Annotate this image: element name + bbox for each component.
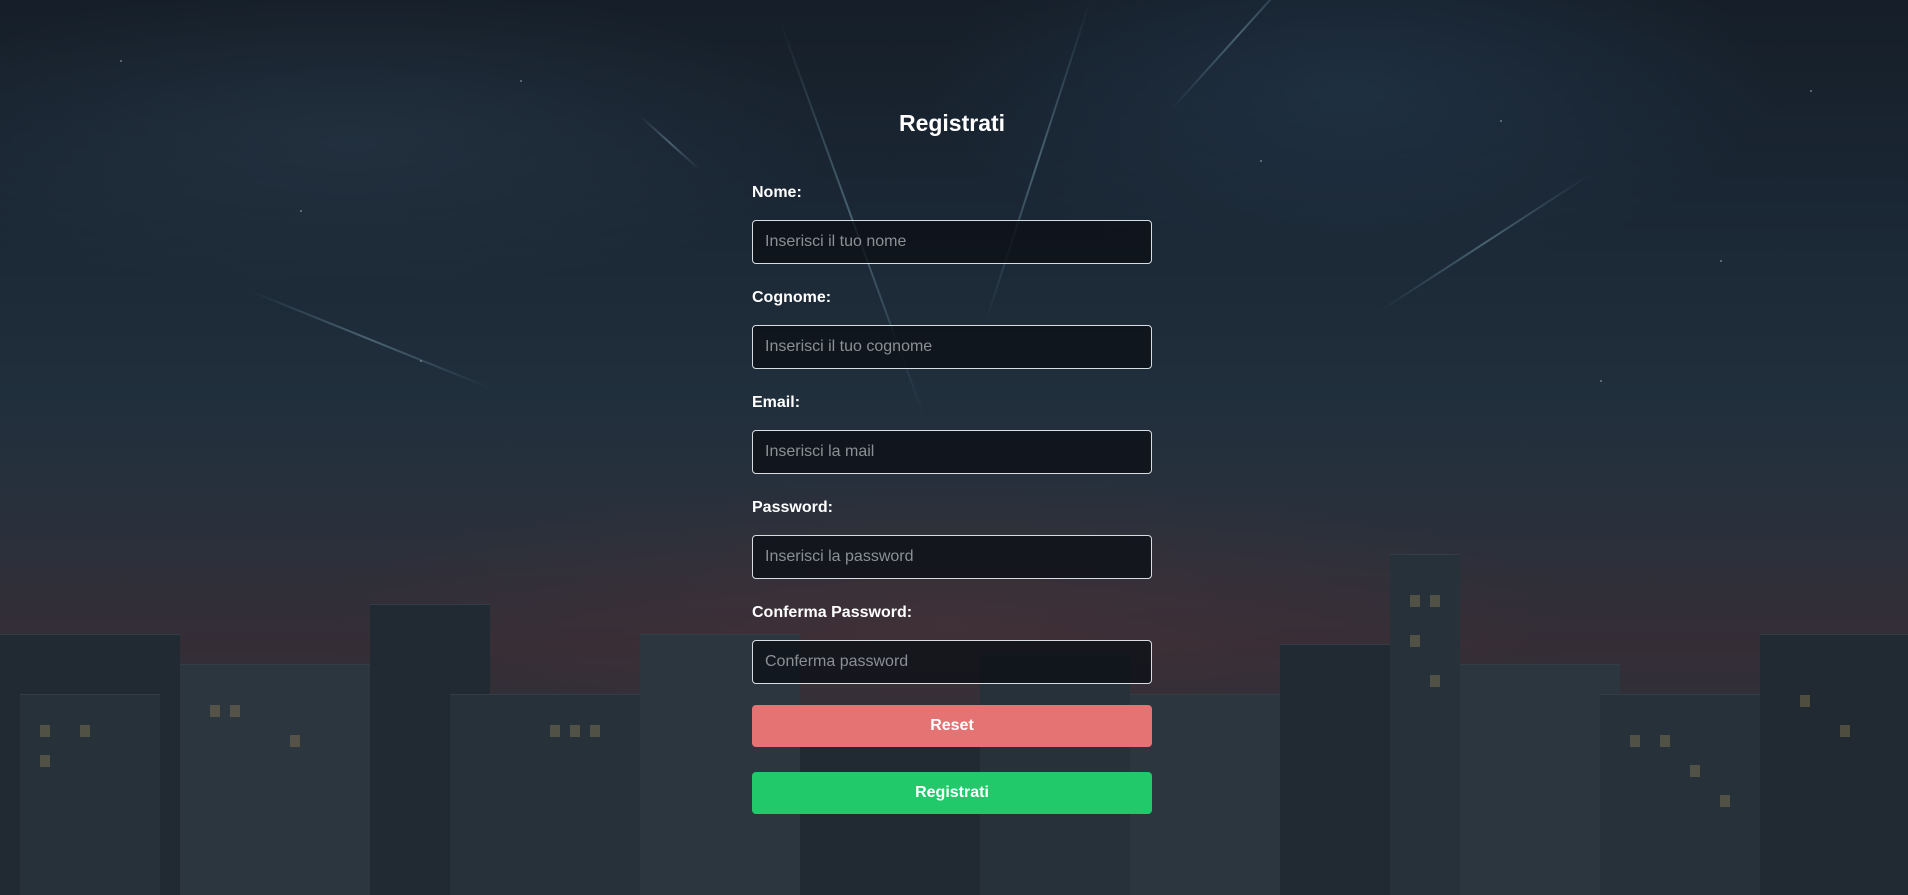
surname-input[interactable] <box>752 325 1152 369</box>
register-button[interactable]: Registrati <box>752 772 1152 814</box>
confirm-password-label: Conferma Password: <box>752 604 913 621</box>
confirm-password-input[interactable] <box>752 640 1152 684</box>
page-background: Registrati Nome: Cognome: Email: Passwor… <box>0 0 1908 895</box>
email-label: Email: <box>752 394 801 411</box>
reset-button[interactable]: Reset <box>752 705 1152 747</box>
surname-label: Cognome: <box>752 289 832 306</box>
email-input[interactable] <box>752 430 1152 474</box>
name-label: Nome: <box>752 184 802 201</box>
password-input[interactable] <box>752 535 1152 579</box>
password-label: Password: <box>752 499 833 516</box>
form-title: Registrati <box>898 110 1006 136</box>
name-input[interactable] <box>752 220 1152 264</box>
